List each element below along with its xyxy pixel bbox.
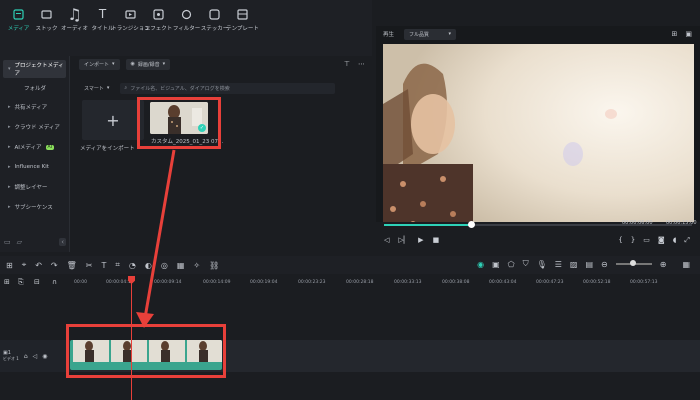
editor-app: メディア ストック ♫ オーディオ T タイトル トランジション エフェクト フ… xyxy=(0,0,700,400)
drag-arrow xyxy=(136,149,176,328)
